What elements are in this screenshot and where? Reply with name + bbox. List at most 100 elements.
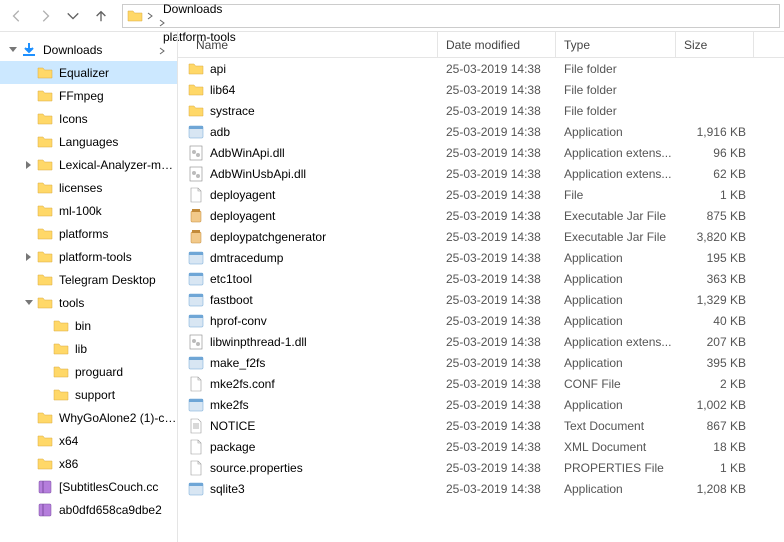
- file-size: 875 KB: [676, 205, 754, 226]
- file-row[interactable]: deploypatchgenerator25-03-2019 14:38Exec…: [178, 226, 784, 247]
- file-row[interactable]: deployagent25-03-2019 14:38File1 KB: [178, 184, 784, 205]
- tree-item-label: Telegram Desktop: [59, 273, 156, 287]
- tree-item[interactable]: Equalizer: [0, 61, 177, 84]
- file-type: CONF File: [556, 373, 676, 394]
- tree-item[interactable]: bin: [0, 314, 177, 337]
- folder-icon: [53, 318, 69, 334]
- expand-toggle[interactable]: [22, 296, 35, 309]
- file-row[interactable]: adb25-03-2019 14:38Application1,916 KB: [178, 121, 784, 142]
- expand-toggle: [22, 480, 35, 493]
- dll-icon: [188, 145, 204, 161]
- file-row[interactable]: api25-03-2019 14:38File folder: [178, 58, 784, 79]
- file-name: dmtracedump: [210, 251, 283, 265]
- column-header-date[interactable]: Date modified: [438, 32, 556, 57]
- folder-icon: [37, 203, 53, 219]
- file-name: package: [210, 440, 255, 454]
- file-row[interactable]: mke2fs25-03-2019 14:38Application1,002 K…: [178, 394, 784, 415]
- file-size: 18 KB: [676, 436, 754, 457]
- tree-item-label: x86: [59, 457, 78, 471]
- file-date: 25-03-2019 14:38: [438, 121, 556, 142]
- up-button[interactable]: [88, 3, 114, 29]
- file-size: 1,002 KB: [676, 394, 754, 415]
- tree-item[interactable]: proguard: [0, 360, 177, 383]
- file-row[interactable]: hprof-conv25-03-2019 14:38Application40 …: [178, 310, 784, 331]
- file-type: Application: [556, 478, 676, 499]
- file-row[interactable]: AdbWinUsbApi.dll25-03-2019 14:38Applicat…: [178, 163, 784, 184]
- file-name: sqlite3: [210, 482, 245, 496]
- file-type: Application: [556, 352, 676, 373]
- file-type: File: [556, 184, 676, 205]
- jar-icon: [188, 229, 204, 245]
- chevron-right-icon[interactable]: [159, 16, 167, 30]
- file-row[interactable]: make_f2fs25-03-2019 14:38Application395 …: [178, 352, 784, 373]
- tree-item-label: tools: [59, 296, 84, 310]
- tree-item-label: platforms: [59, 227, 108, 241]
- tree-item[interactable]: ml-100k: [0, 199, 177, 222]
- file-size: 1,208 KB: [676, 478, 754, 499]
- tree-item[interactable]: support: [0, 383, 177, 406]
- file-row[interactable]: source.properties25-03-2019 14:38PROPERT…: [178, 457, 784, 478]
- app-icon: [188, 481, 204, 497]
- file-date: 25-03-2019 14:38: [438, 310, 556, 331]
- file-date: 25-03-2019 14:38: [438, 394, 556, 415]
- file-row[interactable]: deployagent25-03-2019 14:38Executable Ja…: [178, 205, 784, 226]
- tree-item[interactable]: Telegram Desktop: [0, 268, 177, 291]
- app-icon: [188, 250, 204, 266]
- tree-item[interactable]: [SubtitlesCouch.cc: [0, 475, 177, 498]
- tree-item[interactable]: x64: [0, 429, 177, 452]
- file-row[interactable]: AdbWinApi.dll25-03-2019 14:38Application…: [178, 142, 784, 163]
- column-header-name[interactable]: Name: [178, 32, 438, 57]
- file-row[interactable]: libwinpthread-1.dll25-03-2019 14:38Appli…: [178, 331, 784, 352]
- file-row[interactable]: NOTICE25-03-2019 14:38Text Document867 K…: [178, 415, 784, 436]
- tree-item[interactable]: Lexical-Analyzer-master: [0, 153, 177, 176]
- file-row[interactable]: systrace25-03-2019 14:38File folder: [178, 100, 784, 121]
- file-row[interactable]: mke2fs.conf25-03-2019 14:38CONF File2 KB: [178, 373, 784, 394]
- tree-item-label: ab0dfd658ca9dbe2: [59, 503, 162, 517]
- file-row[interactable]: fastboot25-03-2019 14:38Application1,329…: [178, 289, 784, 310]
- expand-toggle[interactable]: [6, 43, 19, 56]
- expand-toggle: [22, 66, 35, 79]
- tree-item[interactable]: platform-tools: [0, 245, 177, 268]
- tree-item-label: proguard: [75, 365, 123, 379]
- tree-item[interactable]: ab0dfd658ca9dbe2: [0, 498, 177, 521]
- expand-toggle[interactable]: [22, 158, 35, 171]
- folder-icon: [37, 180, 53, 196]
- file-row[interactable]: sqlite325-03-2019 14:38Application1,208 …: [178, 478, 784, 499]
- file-rows[interactable]: api25-03-2019 14:38File folderlib6425-03…: [178, 58, 784, 542]
- app-icon: [188, 271, 204, 287]
- tree-item[interactable]: tools: [0, 291, 177, 314]
- file-size: 195 KB: [676, 247, 754, 268]
- file-size: 363 KB: [676, 268, 754, 289]
- file-date: 25-03-2019 14:38: [438, 268, 556, 289]
- tree-item[interactable]: lib: [0, 337, 177, 360]
- column-header-size[interactable]: Size: [676, 32, 754, 57]
- file-size: 395 KB: [676, 352, 754, 373]
- tree-item[interactable]: x86: [0, 452, 177, 475]
- tree-item[interactable]: FFmpeg: [0, 84, 177, 107]
- file-row[interactable]: etc1tool25-03-2019 14:38Application363 K…: [178, 268, 784, 289]
- column-header-type[interactable]: Type: [556, 32, 676, 57]
- file-row[interactable]: package25-03-2019 14:38XML Document18 KB: [178, 436, 784, 457]
- tree-item[interactable]: Icons: [0, 107, 177, 130]
- tree-item[interactable]: Languages: [0, 130, 177, 153]
- tree-item[interactable]: WhyGoAlone2 (1)-converted: [0, 406, 177, 429]
- back-button[interactable]: [4, 3, 30, 29]
- tree-item[interactable]: licenses: [0, 176, 177, 199]
- tree-item-label: licenses: [59, 181, 102, 195]
- tree-item[interactable]: Downloads: [0, 38, 177, 61]
- breadcrumb-segment[interactable]: Downloads: [159, 2, 240, 16]
- folder-icon: [53, 364, 69, 380]
- file-icon: [188, 460, 204, 476]
- forward-button[interactable]: [32, 3, 58, 29]
- file-size: 207 KB: [676, 331, 754, 352]
- expand-toggle[interactable]: [22, 250, 35, 263]
- file-name: source.properties: [210, 461, 303, 475]
- file-row[interactable]: dmtracedump25-03-2019 14:38Application19…: [178, 247, 784, 268]
- chevron-right-icon[interactable]: [147, 9, 155, 23]
- file-row[interactable]: lib6425-03-2019 14:38File folder: [178, 79, 784, 100]
- address-bar[interactable]: This PCDownloadsplatform-tools: [122, 4, 780, 28]
- navigation-tree[interactable]: DownloadsEqualizerFFmpegIconsLanguagesLe…: [0, 32, 178, 542]
- recent-locations-button[interactable]: [60, 3, 86, 29]
- tree-item[interactable]: platforms: [0, 222, 177, 245]
- folder-icon: [37, 111, 53, 127]
